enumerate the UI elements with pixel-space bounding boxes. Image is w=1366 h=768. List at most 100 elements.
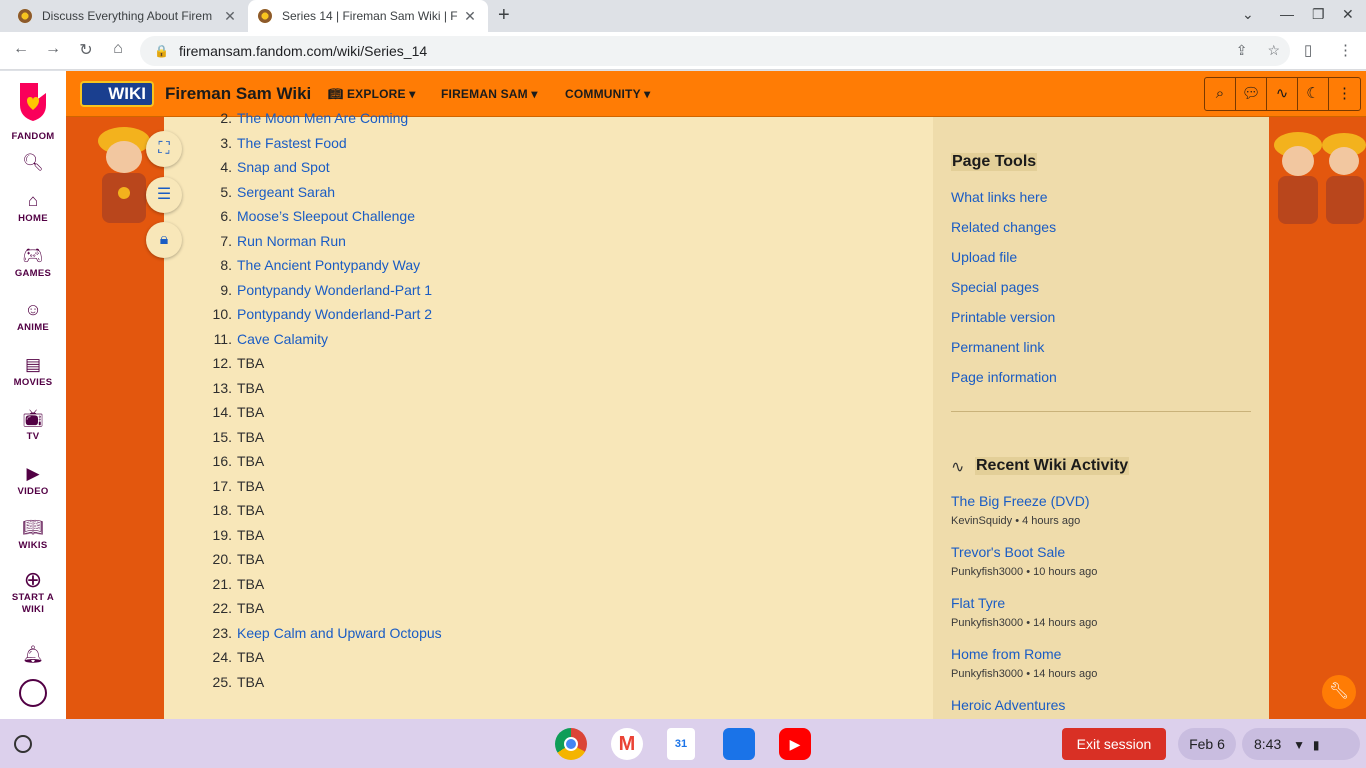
video-icon: ▶ xyxy=(26,464,40,483)
forward-button[interactable]: → xyxy=(42,40,64,58)
maximize-button[interactable]: ❐ xyxy=(1312,6,1325,23)
rail-item-wikis[interactable]: 📖︎ WIKIS xyxy=(0,516,66,552)
rail-item-movies[interactable]: ▤ MOVIES xyxy=(0,353,66,389)
lock-icon[interactable]: 🔒 xyxy=(154,44,169,58)
rail-item-video[interactable]: ▶ VIDEO xyxy=(0,462,66,498)
rail-notifications[interactable]: 🔔︎ xyxy=(0,643,66,667)
close-icon[interactable]: ✕ xyxy=(222,8,238,25)
wiki-logo[interactable]: WIKI xyxy=(80,81,154,107)
episode-link[interactable]: Cave Calamity xyxy=(237,331,328,347)
episode-link[interactable]: Snap and Spot xyxy=(237,159,330,175)
fandom-brand-label[interactable]: FANDOM xyxy=(0,131,66,143)
episode-link[interactable]: Run Norman Run xyxy=(237,233,346,249)
episode-link[interactable]: Sergeant Sarah xyxy=(237,184,335,200)
status-tray[interactable]: 8:43 ▼ ▮ xyxy=(1242,728,1360,760)
episode-number: 4. xyxy=(220,159,232,175)
back-button[interactable]: ← xyxy=(10,40,32,58)
fullscreen-icon[interactable]: ⛶ xyxy=(146,131,182,167)
episode-title: TBA xyxy=(237,379,265,396)
list-item: 7. Run Norman Run xyxy=(194,233,346,255)
table-of-contents-icon[interactable]: ☰ xyxy=(146,177,182,213)
bookmark-star-icon[interactable]: ☆ xyxy=(1267,42,1280,59)
tool-related-changes[interactable]: Related changes xyxy=(951,219,1056,235)
rail-search[interactable]: 🔍︎ xyxy=(0,151,66,175)
browser-tab-discuss[interactable]: Discuss Everything About Firem ✕ xyxy=(8,0,248,32)
search-icon[interactable]: ⌕ xyxy=(1205,78,1236,110)
side-panel-icon[interactable]: ▯ xyxy=(1304,41,1312,59)
episode-link[interactable]: Moose’s Sleepout Challenge xyxy=(237,208,415,224)
discussions-icon[interactable]: 💬︎ xyxy=(1236,78,1267,110)
tv-icon: 📺︎ xyxy=(22,409,44,428)
fireman-sam-background-art-right xyxy=(1274,132,1366,224)
list-item: 15. TBA xyxy=(194,429,265,451)
activity-item-meta: Punkyfish3000 • 14 hours ago xyxy=(951,617,1098,629)
rail-item-tv[interactable]: 📺︎ TV xyxy=(0,407,66,443)
wrench-tools-icon[interactable]: 🔧︎ xyxy=(1322,675,1356,709)
nav-community[interactable]: COMMUNITY ▾ xyxy=(565,87,650,101)
activity-item-title[interactable]: Home from Rome xyxy=(951,646,1061,662)
nav-fireman-sam[interactable]: FIREMAN SAM ▾ xyxy=(441,87,538,101)
activity-icon[interactable]: ∿ xyxy=(1267,78,1298,110)
youtube-icon[interactable]: ▶ xyxy=(779,728,811,760)
tab-search-icon[interactable]: ⌄ xyxy=(1242,6,1254,23)
tab-strip: Discuss Everything About Firem ✕ Series … xyxy=(0,0,1366,32)
episode-link[interactable]: Pontypandy Wonderland-Part 2 xyxy=(237,306,432,322)
browser-menu-icon[interactable]: ⋮ xyxy=(1338,41,1353,59)
list-item: 9. Pontypandy Wonderland-Part 1 xyxy=(194,282,432,304)
share-icon[interactable]: ⇪ xyxy=(1236,42,1248,59)
avatar[interactable] xyxy=(19,679,47,707)
wiki-name[interactable]: Fireman Sam Wiki xyxy=(165,84,311,104)
episode-number: 7. xyxy=(220,232,232,249)
episode-number: 18. xyxy=(212,502,232,518)
tool-page-information[interactable]: Page information xyxy=(951,369,1057,385)
address-bar[interactable]: 🔒 firemansam.fandom.com/wiki/Series_14 ⇪… xyxy=(140,36,1290,66)
new-tab-button[interactable]: + xyxy=(498,4,510,27)
browser-tab-series-14[interactable]: Series 14 | Fireman Sam Wiki | F ✕ xyxy=(248,0,488,32)
exit-session-button[interactable]: Exit session xyxy=(1062,728,1166,760)
search-icon: 🔍︎ xyxy=(22,153,44,172)
nav-explore[interactable]: 📖︎ EXPLORE ▾ xyxy=(328,87,415,101)
tool-special-pages[interactable]: Special pages xyxy=(951,279,1039,295)
list-item: 3. The Fastest Food xyxy=(194,135,347,157)
date-tray[interactable]: Feb 6 xyxy=(1178,728,1236,760)
activity-item-title[interactable]: Flat Tyre xyxy=(951,595,1005,611)
close-icon[interactable]: ✕ xyxy=(462,8,478,25)
tool-what-links-here[interactable]: What links here xyxy=(951,189,1047,205)
tab-title: Discuss Everything About Firem xyxy=(42,9,213,23)
gmail-icon[interactable]: M xyxy=(611,728,643,760)
rail-item-games[interactable]: 🎮︎ GAMES xyxy=(0,244,66,280)
wiki-tools-group: ⌕ 💬︎ ∿ ☾ ⋮ xyxy=(1204,77,1361,111)
fandom-heart-logo-icon[interactable] xyxy=(16,79,50,123)
list-item: 2. The Moon Men Are Coming xyxy=(194,110,408,132)
calendar-icon[interactable]: 31 xyxy=(667,728,695,760)
rail-item-start-a-wiki[interactable]: ⊕ START A WIKI xyxy=(0,568,66,616)
episode-link[interactable]: Keep Calm and Upward Octopus xyxy=(237,625,442,641)
activity-item-title[interactable]: Trevor's Boot Sale xyxy=(951,544,1065,560)
reload-button[interactable]: ↻ xyxy=(75,40,97,60)
tool-permanent-link[interactable]: Permanent link xyxy=(951,339,1044,355)
more-options-icon[interactable]: ⋮ xyxy=(1329,78,1360,110)
home-button[interactable]: ⌂ xyxy=(107,40,129,58)
tool-printable-version[interactable]: Printable version xyxy=(951,309,1055,325)
chrome-icon[interactable] xyxy=(555,728,587,760)
episode-title: TBA xyxy=(237,575,265,592)
episode-link[interactable]: The Ancient Pontypandy Way xyxy=(237,257,420,273)
episode-link[interactable]: Pontypandy Wonderland-Part 1 xyxy=(237,282,432,298)
list-item: 5. Sergeant Sarah xyxy=(194,184,335,206)
list-item: 13. TBA xyxy=(194,379,265,402)
window-close-button[interactable]: ✕ xyxy=(1342,6,1354,23)
episode-link[interactable]: The Moon Men Are Coming xyxy=(237,110,408,126)
activity-item-title[interactable]: The Big Freeze (DVD) xyxy=(951,493,1089,509)
episode-number: 24. xyxy=(212,649,232,665)
lock-icon[interactable]: 🔒︎ xyxy=(146,222,182,258)
tool-upload-file[interactable]: Upload file xyxy=(951,249,1017,265)
files-icon[interactable] xyxy=(723,728,755,760)
rail-item-home[interactable]: ⌂ HOME xyxy=(0,189,66,225)
minimize-button[interactable]: — xyxy=(1280,6,1294,22)
rail-item-anime[interactable]: ☺ ANIME xyxy=(0,298,66,334)
episode-link[interactable]: The Fastest Food xyxy=(237,135,347,151)
launcher-button[interactable] xyxy=(14,735,32,753)
activity-item-title[interactable]: Heroic Adventures xyxy=(951,697,1065,713)
dark-mode-moon-icon[interactable]: ☾ xyxy=(1298,78,1329,110)
url-text: firemansam.fandom.com/wiki/Series_14 xyxy=(178,43,428,59)
